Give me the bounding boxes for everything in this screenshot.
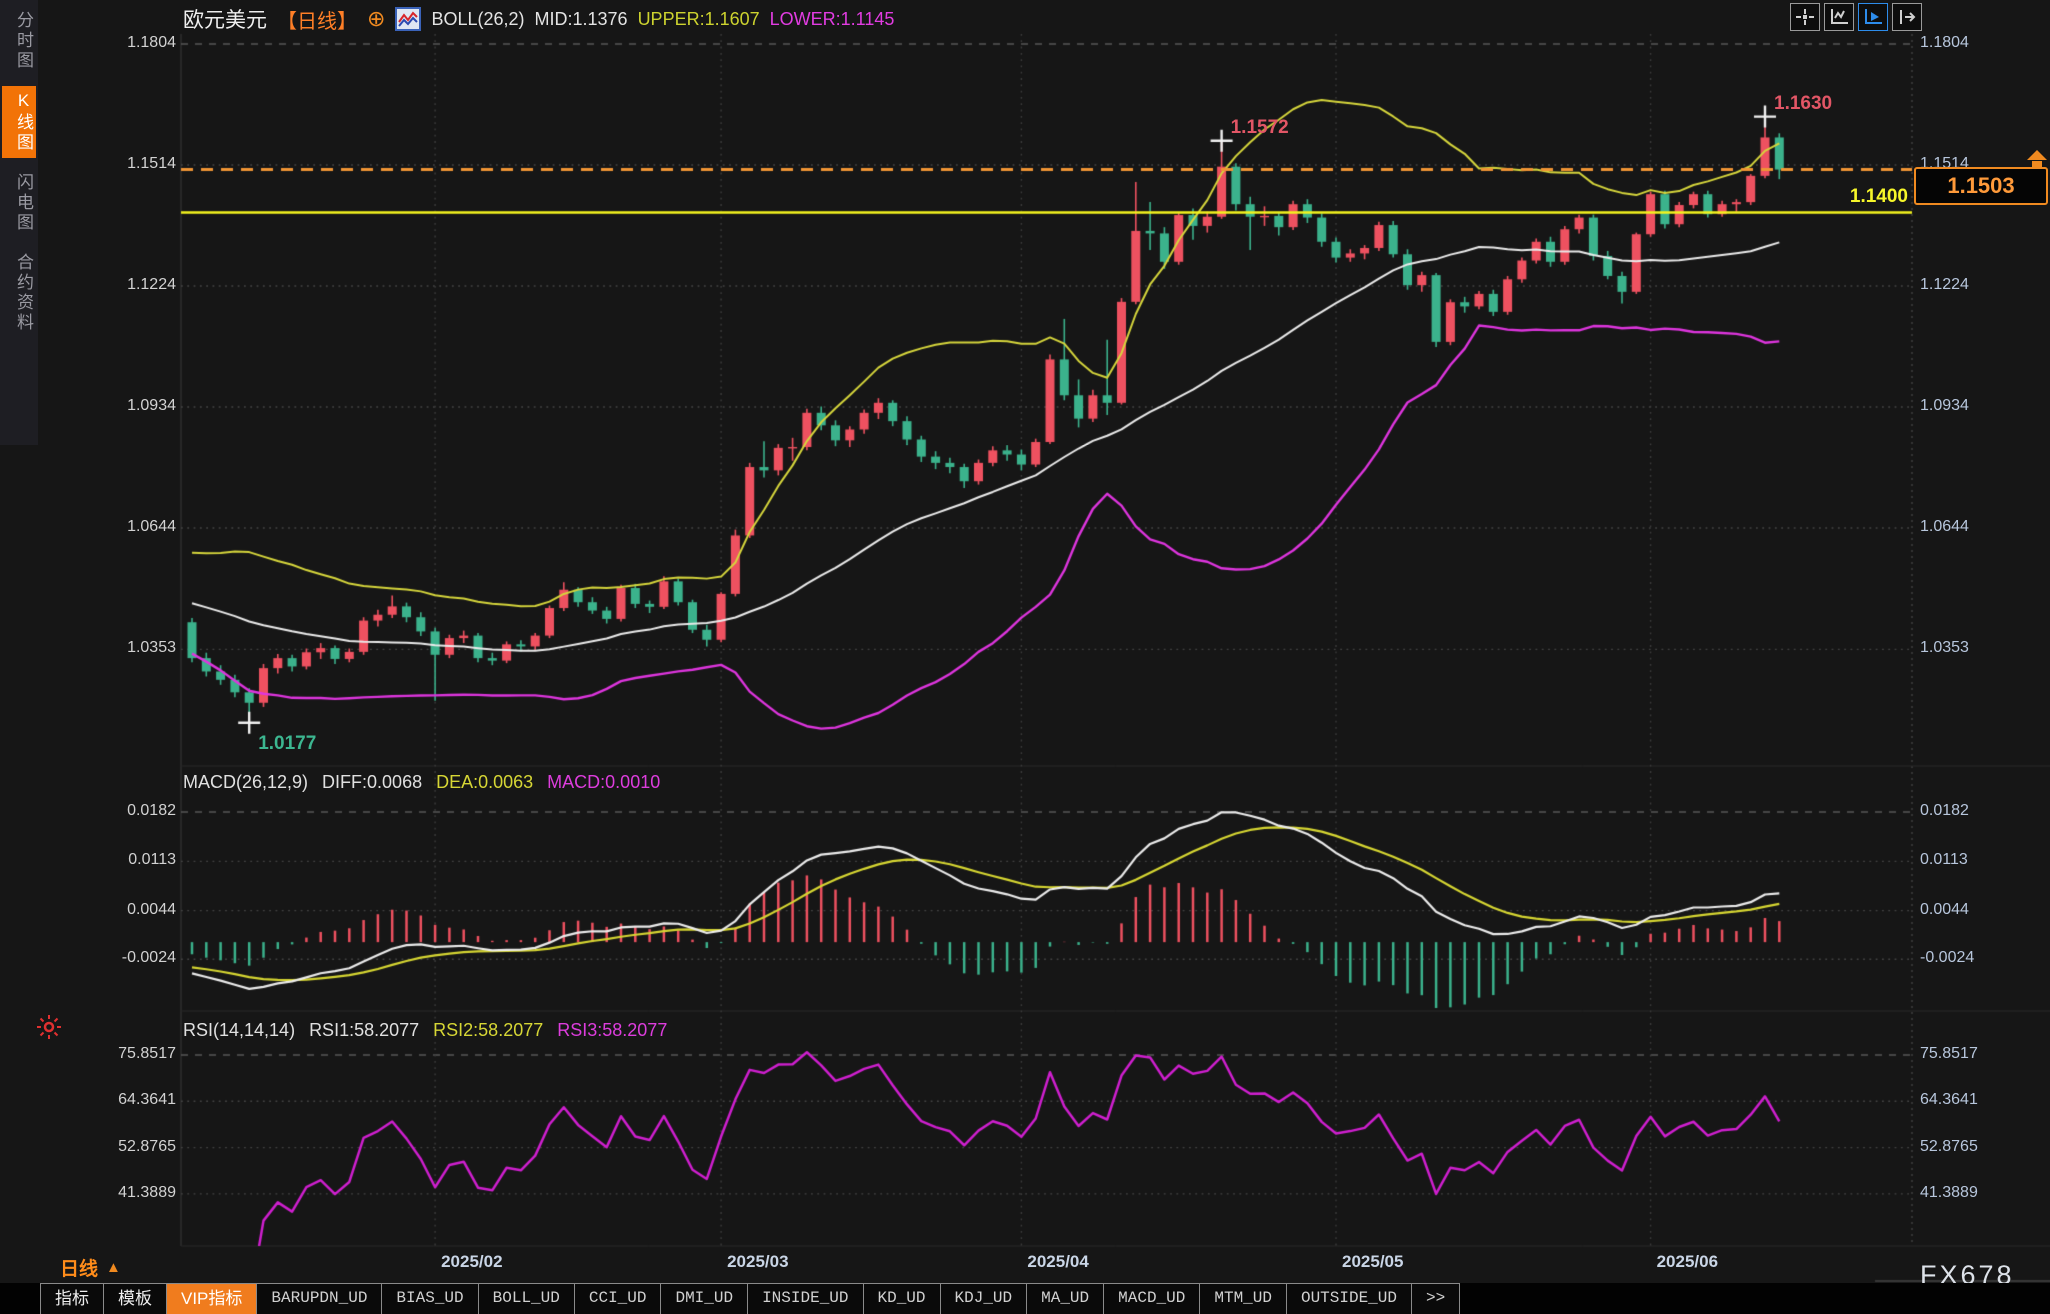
pan-right-icon[interactable] xyxy=(1892,3,1922,31)
sidebar-item-2[interactable]: 闪电图 xyxy=(2,168,36,238)
axis-tick-left-p2-1: 64.3641 xyxy=(40,1091,176,1109)
tab-macd_ud[interactable]: MACD_UD xyxy=(1104,1284,1200,1314)
axis-scale-icon[interactable] xyxy=(1824,3,1854,31)
sidebar: 分时图 K线图闪电图合约资料 xyxy=(0,0,38,445)
macd-title: MACD(26,12,9) xyxy=(183,772,308,793)
axis-tick-right-p2-3: 41.3889 xyxy=(1920,1184,2050,1202)
tab-[interactable]: 指标 xyxy=(41,1284,104,1314)
axis-tick-right-p2-0: 75.8517 xyxy=(1920,1045,2050,1063)
sidebar-item-0[interactable]: 分时图 xyxy=(2,6,36,76)
axis-tick-right-p0-4: 1.0644 xyxy=(1920,518,2050,536)
rsi-title: RSI(14,14,14) xyxy=(183,1020,295,1041)
tab-mtm_ud[interactable]: MTM_UD xyxy=(1200,1284,1287,1314)
rsi2-value: RSI2:58.2077 xyxy=(433,1020,543,1041)
tab-vip[interactable]: VIP指标 xyxy=(167,1284,257,1314)
tab-outside_ud[interactable]: OUTSIDE_UD xyxy=(1287,1284,1412,1314)
symbol-title: 欧元美元 xyxy=(183,4,267,34)
rsi1-value: RSI1:58.2077 xyxy=(309,1020,419,1041)
axis-tick-left-p1-2: 0.0044 xyxy=(40,901,176,919)
tab-inside_ud[interactable]: INSIDE_UD xyxy=(748,1284,863,1314)
bottom-bar: 指标模板VIP指标BARUPDN_UDBIAS_UDBOLL_UDCCI_UDD… xyxy=(0,1283,2050,1314)
tab-dmi_ud[interactable]: DMI_UD xyxy=(661,1284,748,1314)
marker-label-10177: 1.0177 xyxy=(258,733,316,755)
x-axis-label-2025-02: 2025/02 xyxy=(441,1252,502,1272)
price-up-arrow-icon xyxy=(2026,150,2048,173)
axis-tick-left-p0-3: 1.0934 xyxy=(40,397,176,415)
axis-play-icon[interactable] xyxy=(1858,3,1888,31)
macd-panel-header: MACD(26,12,9) DIFF:0.0068 DEA:0.0063 MAC… xyxy=(183,772,660,793)
boll-mid-value: MID:1.1376 xyxy=(535,9,628,30)
mini-chart-icon[interactable] xyxy=(395,7,421,31)
rsi3-value: RSI3:58.2077 xyxy=(557,1020,667,1041)
axis-tick-right-p1-3: -0.0024 xyxy=(1920,949,2050,967)
marker-label-11630: 1.1630 xyxy=(1774,93,1832,115)
axis-tick-left-p0-2: 1.1224 xyxy=(40,276,176,294)
indicator-tab-bar: 指标模板VIP指标BARUPDN_UDBIAS_UDBOLL_UDCCI_UDD… xyxy=(40,1283,1460,1314)
x-axis-label-2025-03: 2025/03 xyxy=(727,1252,788,1272)
axis-tick-left-p2-0: 75.8517 xyxy=(40,1045,176,1063)
axis-tick-right-p2-1: 64.3641 xyxy=(1920,1091,2050,1109)
axis-tick-left-p0-5: 1.0353 xyxy=(40,639,176,657)
sidebar-item-3[interactable]: 合约资料 xyxy=(2,248,36,338)
tab-cci_ud[interactable]: CCI_UD xyxy=(575,1284,662,1314)
axis-tick-right-p0-5: 1.0353 xyxy=(1920,639,2050,657)
boll-upper-value: UPPER:1.1607 xyxy=(638,9,760,30)
axis-tick-right-p1-2: 0.0044 xyxy=(1920,901,2050,919)
axis-tick-right-p1-1: 0.0113 xyxy=(1920,851,2050,869)
axis-tick-right-p1-0: 0.0182 xyxy=(1920,802,2050,820)
chart-toolbar xyxy=(1790,3,1922,31)
hline-price-label: 1.1400 xyxy=(1788,186,1908,208)
boll-settings-label: BOLL(26,2) xyxy=(431,9,524,30)
tab-kdj_ud[interactable]: KDJ_UD xyxy=(941,1284,1028,1314)
axis-tick-left-p1-0: 0.0182 xyxy=(40,802,176,820)
kline-chart-app: 分时图 K线图闪电图合约资料 欧元美元 【日线】 ⊕ BOLL(26,2) MID… xyxy=(0,0,2050,1314)
marker-label-11572: 1.1572 xyxy=(1231,117,1289,139)
tab-ma_ud[interactable]: MA_UD xyxy=(1027,1284,1104,1314)
boll-lower-value: LOWER:1.1145 xyxy=(770,9,895,30)
tab-barupdn_ud[interactable]: BARUPDN_UD xyxy=(257,1284,382,1314)
sidebar-item-1[interactable]: K线图 xyxy=(2,86,36,158)
crosshair-circle-icon[interactable]: ⊕ xyxy=(367,8,385,30)
period-label: 日线 xyxy=(60,1254,98,1281)
rsi-panel-header: RSI(14,14,14) RSI1:58.2077 RSI2:58.2077 … xyxy=(183,1020,667,1041)
chart-canvas[interactable] xyxy=(0,0,2050,1314)
tab-boll_ud[interactable]: BOLL_UD xyxy=(479,1284,575,1314)
macd-dea-value: DEA:0.0063 xyxy=(436,772,533,793)
axis-tick-right-p0-2: 1.1224 xyxy=(1920,276,2050,294)
macd-diff-value: DIFF:0.0068 xyxy=(322,772,422,793)
axis-tick-right-p0-0: 1.1804 xyxy=(1920,34,2050,52)
axis-tick-left-p2-3: 41.3889 xyxy=(40,1184,176,1202)
axis-tick-left-p0-1: 1.1514 xyxy=(40,155,176,173)
macd-macd-value: MACD:0.0010 xyxy=(547,772,660,793)
x-axis-label-2025-04: 2025/04 xyxy=(1027,1252,1088,1272)
axis-tick-left-p1-1: 0.0113 xyxy=(40,851,176,869)
move-crosshair-icon[interactable] xyxy=(1790,3,1820,31)
axis-tick-right-p0-3: 1.0934 xyxy=(1920,397,2050,415)
axis-tick-left-p0-4: 1.0644 xyxy=(40,518,176,536)
period-up-arrow-icon: ▲ xyxy=(106,1259,121,1276)
x-axis-label-2025-06: 2025/06 xyxy=(1657,1252,1718,1272)
axis-tick-left-p2-2: 52.8765 xyxy=(40,1138,176,1156)
axis-tick-right-p2-2: 52.8765 xyxy=(1920,1138,2050,1156)
period-selector[interactable]: 日线 ▲ xyxy=(60,1254,121,1281)
period-tag[interactable]: 【日线】 xyxy=(277,5,357,34)
chart-header: 欧元美元 【日线】 ⊕ BOLL(26,2) MID:1.1376 UPPER:… xyxy=(183,4,894,34)
tab-kd_ud[interactable]: KD_UD xyxy=(864,1284,941,1314)
axis-tick-left-p1-3: -0.0024 xyxy=(40,949,176,967)
alert-dot-icon[interactable] xyxy=(36,1014,62,1045)
tab-[interactable]: 模板 xyxy=(104,1284,167,1314)
tab-bias_ud[interactable]: BIAS_UD xyxy=(382,1284,478,1314)
axis-tick-left-p0-0: 1.1804 xyxy=(40,34,176,52)
tab->>[interactable]: >> xyxy=(1412,1284,1460,1314)
x-axis-label-2025-05: 2025/05 xyxy=(1342,1252,1403,1272)
